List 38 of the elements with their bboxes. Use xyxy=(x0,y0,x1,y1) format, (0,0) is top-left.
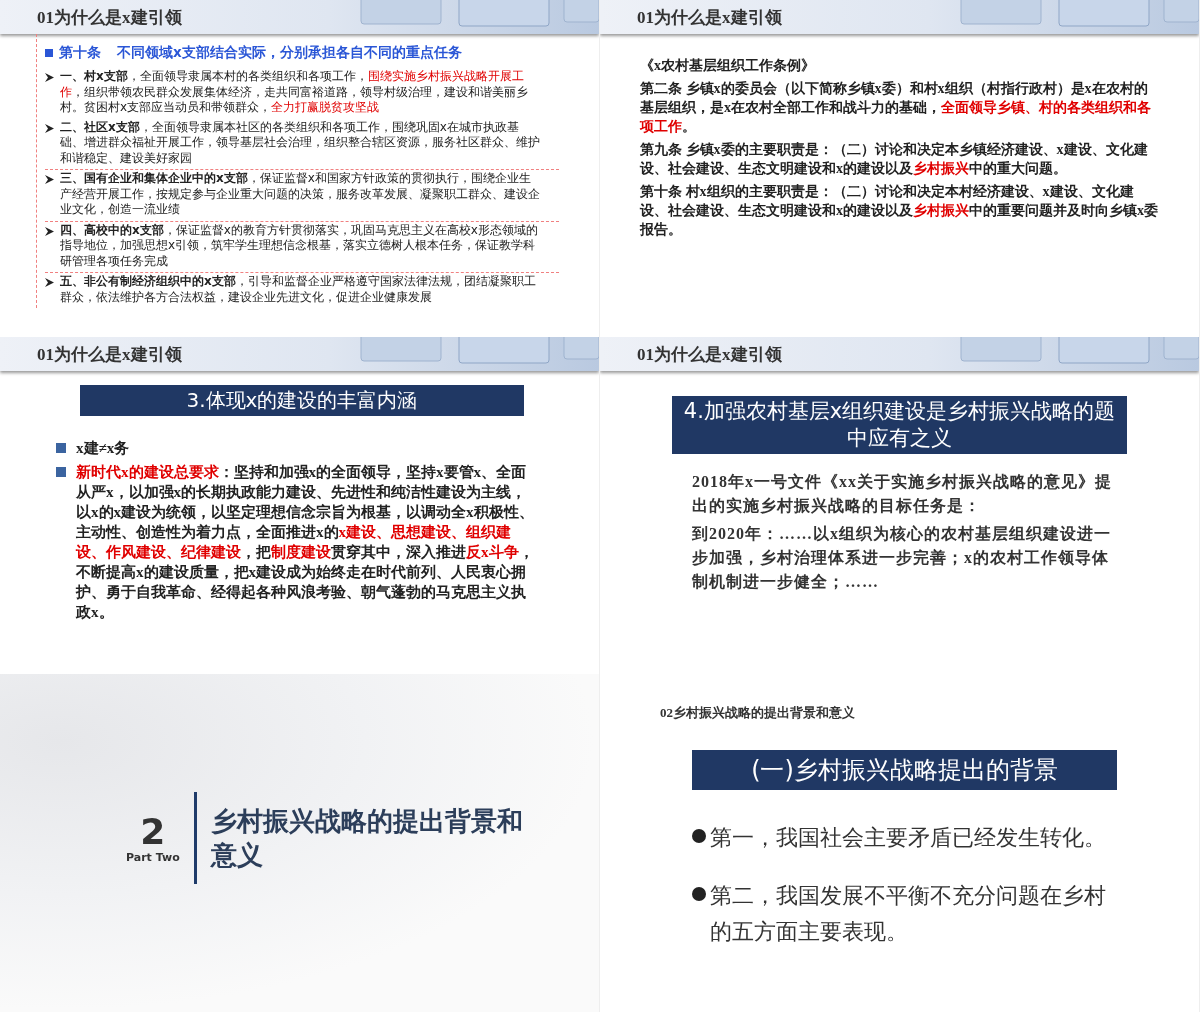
arrow-bullet-icon xyxy=(45,278,54,287)
title-bar: 4.加强农村基层x组织建设是乡村振兴战略的题中应有之义 xyxy=(672,396,1127,454)
arrow-bullet-icon xyxy=(45,73,54,82)
slide-header-title: 01为什么是x建引领 xyxy=(637,343,782,366)
paragraph: 新时代x的建设总要求：坚持和加强x的全面领导，坚持x要管x、全面从严x，以加强x的长期执政能力建设、先进性和纯洁性建设为主线，以x的x建设为统领，以坚定理想信念宗旨为根基，以调动全x积极性、主动性、创造性为着力点，全面推进x的x建设、思想建设、组织建设、作风建设、纪律建设，把制度建设贯穿其中，深入推进反x斗争，不断提高x的建设质量，把x建设成为始终走在时代前列、人民衷心拥护、勇于自我革命、经得起各种风浪考验、朝气蓬勃的马克思主义执政x。 xyxy=(76,463,535,622)
paragraph: 四、高校中的x支部，保证监督x的教育方针贯彻落实，巩固马克思主义在高校x形态领域的指导地位，加强思想x引领，筑牢学生理想信念根基，落实立德树人根本任务，保证教学科研管理各项任务完成 xyxy=(60,222,539,269)
slide-header-title: 01为什么是x建引领 xyxy=(37,6,182,29)
paragraph: 2018年x一号文件《xx关于实施乡村振兴战略的意见》提出的实施乡村振兴战略的目标任务是： xyxy=(692,472,1112,516)
slide-header-title: 01为什么是x建引领 xyxy=(637,6,782,29)
section-subtitle: Part Two xyxy=(126,850,180,864)
paragraph: x建≠x务 xyxy=(76,439,131,458)
paragraph: 三、国有企业和集体企业中的x支部，保证监督x和国家方针政策的贯彻执行，围绕企业生产经营开展工作，按规定参与企业重大问题的决策，服务改革发展、凝聚职工群众、建设企业文化，创造一流业绩 xyxy=(60,171,540,218)
slide-caption: 02乡村振兴战略的提出背景和意义 xyxy=(660,704,856,722)
paragraph: 一、村x支部，全面领导隶属本村的各类组织和各项工作，围绕实施乡村振兴战略开展工作，组织带领农民群众发展集体经济，走共同富裕道路，领导村级治理，建设和谐美丽乡村。贫困村x支部应当动员和带领群众，全力打赢脱贫攻坚战 xyxy=(60,69,529,116)
section-title: 乡村振兴战略的提出背景和意义 xyxy=(210,805,524,872)
article-label: 第十条 xyxy=(59,44,101,62)
title-bar: (一)乡村振兴战略提出的背景 xyxy=(692,750,1117,790)
bullet-icon xyxy=(56,443,66,453)
paragraph: 二、社区x支部，全面领导隶属本社区的各类组织和各项工作，围绕巩固x在城市执政基础、增进群众福祉开展工作，领导基层社会治理，组织整合辖区资源，服务社区群众、维护和谐稳定、建设美好家园 xyxy=(60,119,540,166)
paragraph: 《x农村基层组织工作条例》 xyxy=(640,57,816,75)
paragraph: 第十条 村x组织的主要职责是：（二）讨论和决定本村经济建设、x建设、文化建设、社会建设、生态文明建设和x的建设以及乡村振兴中的重要问题并及时向乡镇x委报告。 xyxy=(640,183,1159,239)
paragraph: 到2020年：……以x组织为核心的农村基层组织建设进一步加强，乡村治理体系进一步完善；x的农村工作领导体制机制进一步健全；…… xyxy=(692,524,1112,592)
paragraph: 第一，我国社会主要矛盾已经发生转化。 xyxy=(710,824,1107,852)
section-number: 2 xyxy=(140,812,166,851)
bullet-icon xyxy=(45,49,53,57)
article-heading: 不同领域x支部结合实际，分别承担各自不同的重点任务 xyxy=(117,44,462,62)
title-bar: 3.体现x的建设的丰富内涵 xyxy=(80,385,524,416)
bullet-icon xyxy=(692,829,706,843)
bullet-icon xyxy=(692,887,706,901)
arrow-bullet-icon xyxy=(45,123,54,133)
paragraph: 第二，我国发展不平衡不充分问题在乡村的五方面主要表现。 xyxy=(710,882,1107,946)
paragraph: 第九条 乡镇x委的主要职责是：（二）讨论和决定本乡镇经济建设、x建设、文化建设、社会建设、生态文明建设和x的建设以及乡村振兴中的重大问题。 xyxy=(640,141,1149,178)
arrow-bullet-icon xyxy=(45,175,54,184)
arrow-bullet-icon xyxy=(45,226,54,236)
paragraph: 五、非公有制经济组织中的x支部，引导和监督企业严格遵守国家法律法规，团结凝聚职工群众，依法维护各方合法权益，建设企业先进文化，促进企业健康发展 xyxy=(60,274,537,305)
slide-header-title: 01为什么是x建引领 xyxy=(37,343,182,366)
bullet-icon xyxy=(56,467,66,477)
paragraph: 第二条 乡镇x的委员会（以下简称乡镇x委）和村x组织（村指行政村）是x在农村的基层组织，是x在农村全部工作和战斗力的基础，全面领导乡镇、村的各类组织和各项工作。 xyxy=(640,80,1152,136)
